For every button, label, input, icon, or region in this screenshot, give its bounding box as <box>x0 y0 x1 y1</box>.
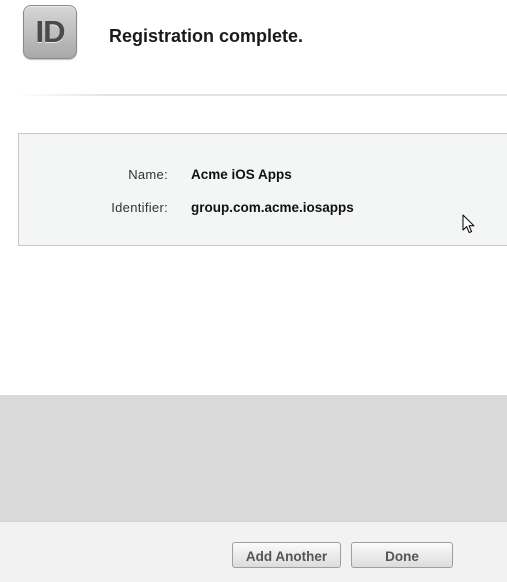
done-button[interactable]: Done <box>351 542 453 568</box>
identifier-label: Identifier: <box>111 200 168 215</box>
name-value: Acme iOS Apps <box>191 167 292 182</box>
registration-page: ID Registration complete. Name: Acme iOS… <box>0 0 507 582</box>
id-badge-icon-text: ID <box>35 14 66 49</box>
page-title: Registration complete. <box>109 26 304 46</box>
details-panel: Name: Acme iOS Apps Identifier: group.co… <box>18 133 507 246</box>
mouse-cursor-icon <box>462 214 475 234</box>
header: ID Registration complete. <box>0 0 507 96</box>
gray-spacer-area <box>0 395 507 521</box>
footer-bar: Add Another Done <box>0 521 507 582</box>
name-label: Name: <box>128 167 168 182</box>
id-badge-icon: ID <box>23 5 77 59</box>
header-divider <box>15 94 507 96</box>
add-another-button[interactable]: Add Another <box>232 542 341 568</box>
identifier-value: group.com.acme.iosapps <box>191 200 354 215</box>
